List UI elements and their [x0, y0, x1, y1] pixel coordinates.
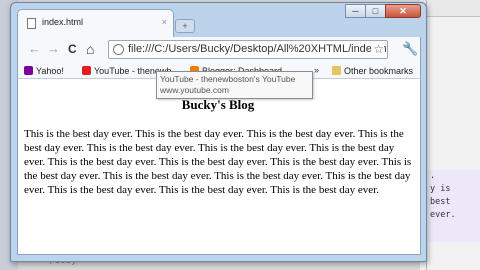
- bookmark-yahoo[interactable]: Yahoo!: [24, 66, 64, 76]
- editor-code-block[interactable]: . y is best ever.: [428, 170, 480, 242]
- new-tab-button[interactable]: +: [175, 19, 195, 33]
- page-paragraph: This is the best day ever. This is the b…: [24, 128, 412, 196]
- tooltip-title: YouTube - thenewboston's YouTube: [160, 74, 296, 84]
- toolbar: ← → C ⌂ file:///C:/Users/Bucky/Desktop/A…: [17, 37, 421, 63]
- code-line: ever.: [430, 210, 456, 220]
- code-line: y is: [430, 184, 451, 194]
- tab-index-html[interactable]: index.html ×: [17, 9, 174, 37]
- bookmark-tooltip: YouTube - thenewboston's YouTube www.you…: [156, 71, 313, 99]
- url-text: file:///C:/Users/Bucky/Desktop/All%20XHT…: [128, 43, 388, 55]
- tab-title: index.html: [42, 17, 84, 27]
- other-bookmarks-label: Other bookmarks: [344, 66, 414, 76]
- tooltip-url: www.youtube.com: [160, 85, 229, 95]
- other-bookmarks[interactable]: Other bookmarks: [332, 66, 413, 76]
- reload-icon[interactable]: C: [68, 42, 77, 56]
- browser-window: ─ □ ✕ index.html × + ← → C ⌂ file:///C:/…: [10, 2, 427, 262]
- minimize-button[interactable]: ─: [345, 4, 366, 18]
- youtube-icon: [82, 66, 91, 75]
- back-arrow-icon[interactable]: ←: [28, 42, 41, 56]
- star-icon[interactable]: ☆: [371, 42, 384, 56]
- code-line: best: [430, 197, 451, 207]
- forward-arrow-icon[interactable]: →: [47, 42, 60, 56]
- editor-tab-strip: [420, 0, 480, 17]
- home-icon[interactable]: ⌂: [86, 42, 94, 56]
- maximize-button[interactable]: □: [365, 4, 386, 18]
- tab-close-icon[interactable]: ×: [162, 17, 167, 27]
- close-button[interactable]: ✕: [385, 4, 421, 18]
- bookmark-label: Yahoo!: [36, 66, 64, 76]
- page-info-icon: [113, 44, 124, 55]
- wrench-icon[interactable]: 🔧: [402, 41, 418, 57]
- address-bar[interactable]: file:///C:/Users/Bucky/Desktop/All%20XHT…: [108, 40, 388, 59]
- code-line: .: [430, 171, 436, 181]
- editor-right-panel: . y is best ever.: [420, 0, 480, 270]
- page-title: Bucky's Blog: [181, 97, 255, 112]
- folder-icon: [332, 66, 341, 75]
- window-controls: ─ □ ✕: [345, 4, 421, 18]
- yahoo-icon: [24, 66, 33, 75]
- page-icon: [27, 18, 36, 29]
- page-viewport: Bucky's Blog This is the best day ever. …: [17, 79, 421, 255]
- bookmarks-overflow-icon[interactable]: »: [314, 65, 319, 75]
